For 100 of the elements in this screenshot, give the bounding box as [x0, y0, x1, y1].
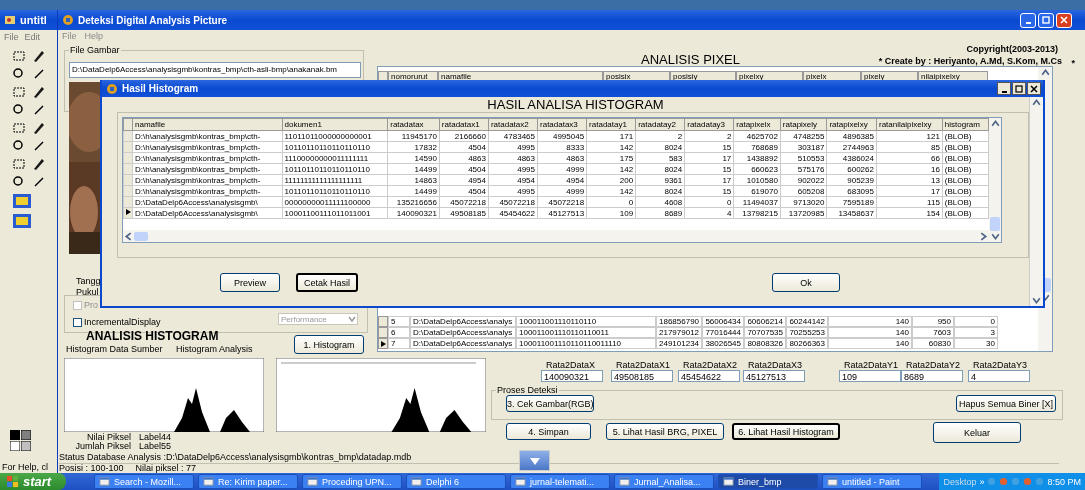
table-cell: 56006434: [702, 316, 744, 327]
column-header[interactable]: ratadatax1: [439, 118, 489, 131]
scroll-up-icon[interactable]: [989, 118, 1001, 129]
value-field[interactable]: 49508185: [611, 370, 673, 382]
dialog-button[interactable]: Ok: [772, 273, 840, 292]
path-field[interactable]: D:\DataDelp6Access\analysisgmb\kontras_bmp\cth-asli-bmp\anakanak.bm: [69, 62, 361, 78]
start-button[interactable]: start: [0, 473, 66, 490]
minimize-button[interactable]: [997, 82, 1011, 95]
tool-icon[interactable]: [32, 85, 46, 99]
color-swatch-icon[interactable]: [21, 441, 31, 451]
table-cell: 4504: [439, 163, 489, 175]
scroll-thumb[interactable]: [990, 217, 1000, 231]
tool-icon[interactable]: [32, 157, 46, 171]
table-cell: 4896385: [826, 130, 877, 142]
column-header[interactable]: ratanilaipixelxy: [876, 118, 943, 131]
scroll-down-icon[interactable]: [1031, 295, 1042, 306]
action-button[interactable]: Hapus Semua Biner [X]: [956, 395, 1056, 412]
scroll-left-icon[interactable]: [123, 230, 134, 242]
tool-icon[interactable]: [32, 175, 46, 189]
window-icon: [619, 476, 630, 487]
table-cell: 4625702: [733, 130, 781, 142]
taskbar-button[interactable]: Search - Mozill...: [94, 474, 194, 489]
column-header[interactable]: dokumen1: [282, 118, 388, 131]
table-cell: 4995045: [537, 130, 587, 142]
scroll-thumb[interactable]: [134, 231, 148, 241]
maximize-button[interactable]: [1012, 82, 1026, 95]
column-header[interactable]: ratadatax3: [537, 118, 587, 131]
checkbox[interactable]: [73, 317, 82, 327]
value-field[interactable]: 109: [839, 370, 901, 382]
taskbar-button[interactable]: jurnal-telemati...: [510, 474, 610, 489]
tool-icon[interactable]: [32, 67, 46, 81]
down-arrow-button[interactable]: [519, 450, 550, 471]
table-cell: 186856790: [656, 316, 702, 327]
taskbar-button[interactable]: Delphi 6: [406, 474, 506, 489]
group-label: Proses Deteksi: [496, 385, 559, 395]
row-indicator[interactable]: [123, 207, 133, 219]
action-button[interactable]: 6. Lihat Hasil Histogram: [732, 423, 840, 440]
action-button[interactable]: 3. Cek Gambar(RGB): [506, 395, 594, 412]
column-header[interactable]: ratapixelxy: [826, 118, 877, 131]
table-cell: 100011001110110110: [516, 316, 656, 327]
dialog-button[interactable]: Preview: [220, 273, 280, 292]
tool-icon[interactable]: [32, 49, 46, 63]
column-header[interactable]: namafile: [132, 118, 282, 131]
dialog-button[interactable]: Cetak Hasil: [296, 273, 358, 292]
action-button[interactable]: Keluar: [933, 422, 1021, 443]
table-cell: D:\h\analysisgmb\kontras_bmp\cth-: [132, 163, 282, 175]
scrollbar[interactable]: [1029, 97, 1043, 306]
color-swatch-icon[interactable]: [21, 430, 31, 440]
close-icon: [1059, 15, 1069, 25]
table-cell: 5: [388, 316, 410, 327]
taskbar-button[interactable]: Jurnal_Analisa...: [614, 474, 714, 489]
close-button[interactable]: [1027, 82, 1041, 95]
column-header[interactable]: ratadatay2: [635, 118, 685, 131]
table-cell: 15: [684, 163, 734, 175]
tool-icon[interactable]: [32, 139, 46, 153]
table-cell: 142: [586, 163, 636, 175]
value-field[interactable]: 45127513: [743, 370, 805, 382]
value-field[interactable]: 140090321: [541, 370, 603, 382]
table-cell: 4995: [488, 141, 538, 153]
table-cell: 140: [828, 316, 912, 327]
action-button[interactable]: 5. Lihat Hasil BRG, PIXEL: [606, 423, 724, 440]
scrollbar[interactable]: [123, 230, 989, 242]
color-swatch-icon[interactable]: [10, 441, 20, 451]
scroll-down-icon[interactable]: [989, 231, 1001, 242]
value-field[interactable]: 45454622: [678, 370, 740, 382]
scroll-up-icon[interactable]: [1031, 97, 1042, 108]
action-button[interactable]: 4. Simpan: [506, 423, 591, 440]
color-swatch-icon[interactable]: [10, 430, 20, 440]
table-cell: 140: [828, 327, 912, 338]
scrollbar[interactable]: [989, 118, 1001, 242]
table-cell: 7603: [912, 327, 954, 338]
tool-icon[interactable]: [12, 103, 26, 117]
menu-item[interactable]: File: [4, 32, 19, 43]
scroll-right-icon[interactable]: [978, 230, 989, 242]
column-header[interactable]: ratadatax: [387, 118, 440, 131]
column-header[interactable]: ratadatay1: [586, 118, 636, 131]
tool-icon[interactable]: [32, 121, 46, 135]
tool-icon[interactable]: [12, 139, 26, 153]
column-header[interactable]: ratapixely: [780, 118, 827, 131]
menu-item[interactable]: Edit: [24, 32, 41, 43]
taskbar-button[interactable]: Re: Kirim paper...: [198, 474, 298, 489]
value-field[interactable]: 4: [968, 370, 1030, 382]
column-header[interactable]: ratadatax2: [488, 118, 538, 131]
table-cell: 45072218: [537, 196, 587, 208]
value-field[interactable]: 8689: [901, 370, 963, 382]
column-header[interactable]: ratadatay3: [684, 118, 734, 131]
taskbar-button[interactable]: Biner_bmp: [718, 474, 818, 489]
table-cell: 4863: [488, 152, 538, 164]
tool-icon[interactable]: [12, 175, 26, 189]
tool-icon[interactable]: [12, 67, 26, 81]
histogram-button[interactable]: 1. Histogram: [294, 335, 364, 354]
row-indicator[interactable]: [378, 338, 388, 349]
table-cell: 2: [635, 130, 685, 142]
tool-icon[interactable]: [32, 103, 46, 117]
table-cell: 77016444: [702, 327, 744, 338]
column-header[interactable]: ratapixelx: [733, 118, 781, 131]
column-header[interactable]: histogram: [942, 118, 989, 131]
taskbar-button[interactable]: Proceding UPN...: [302, 474, 402, 489]
scroll-up-icon[interactable]: [1039, 67, 1051, 78]
taskbar-button[interactable]: untitled - Paint: [822, 474, 922, 489]
